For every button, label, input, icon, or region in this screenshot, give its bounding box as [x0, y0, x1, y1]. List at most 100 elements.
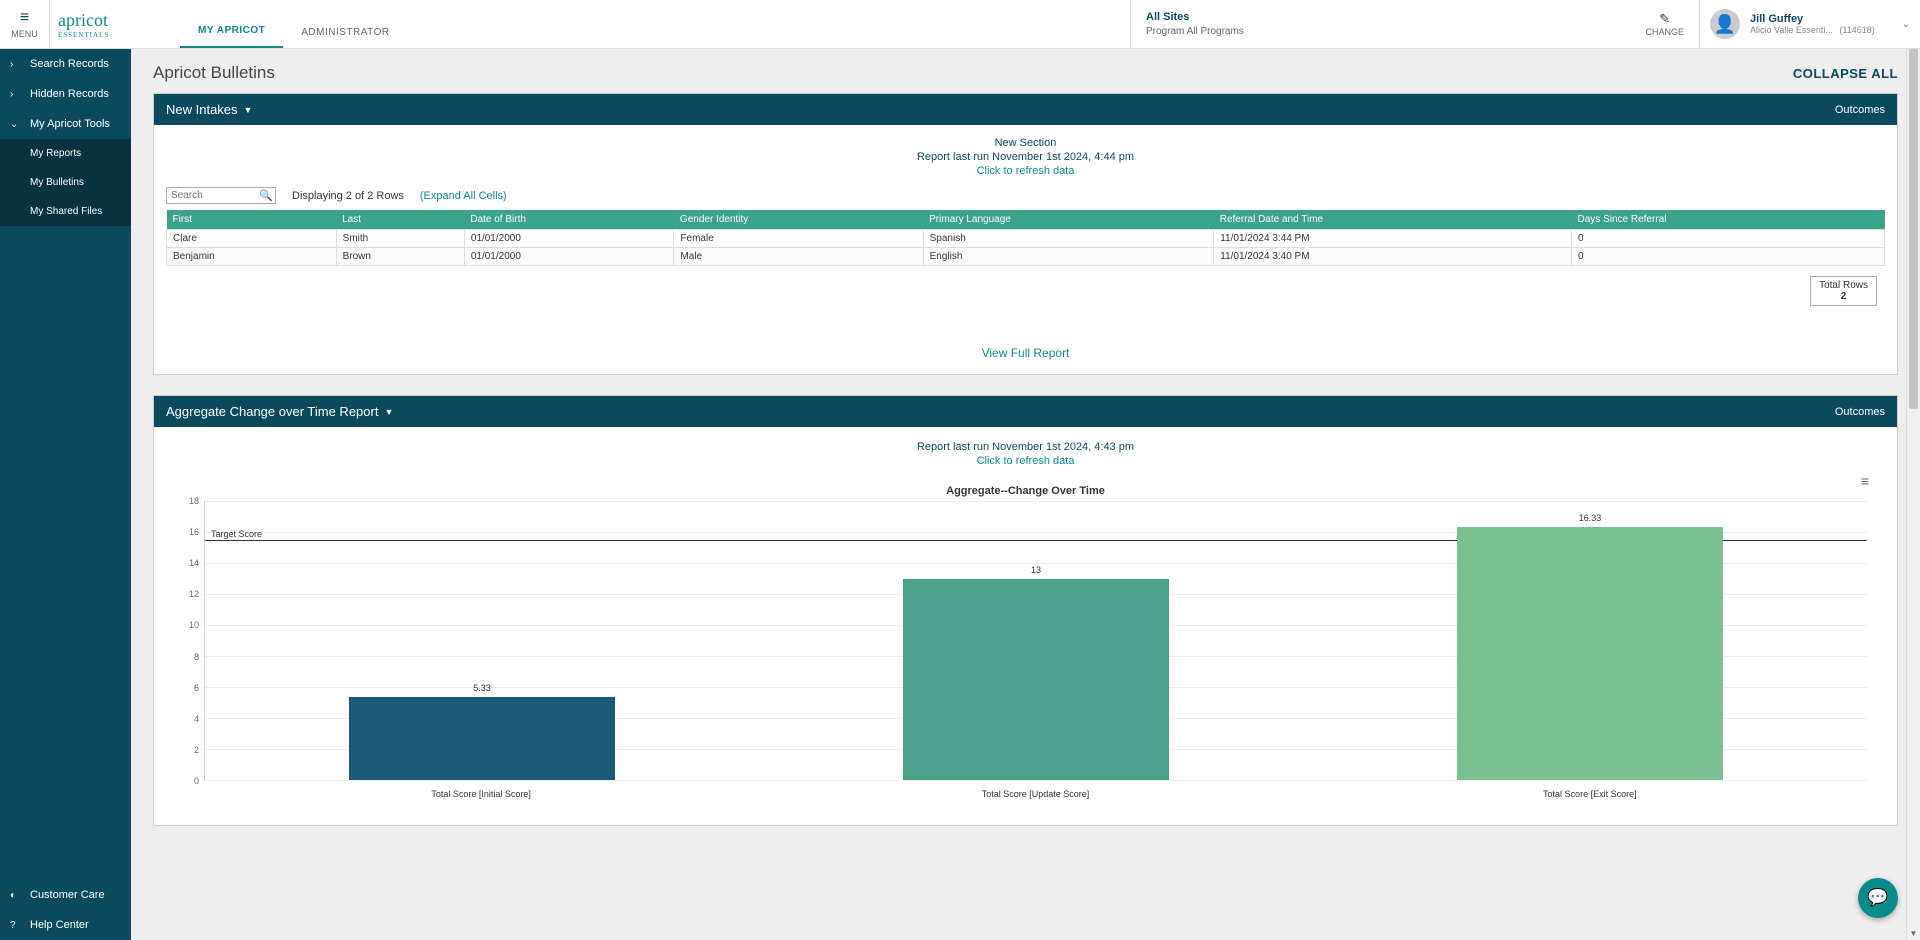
chart-title: Aggregate--Change Over Time: [174, 485, 1877, 497]
table-cell: Smith: [336, 230, 464, 248]
sidebar-item-label: My Shared Files: [30, 206, 102, 217]
sidebar-item-my-shared-files[interactable]: My Shared Files: [0, 197, 131, 226]
bar-value-label: 13: [903, 565, 1169, 575]
x-axis-label: Total Score [Exit Score]: [1313, 785, 1867, 801]
chart-bar[interactable]: 5.33: [349, 697, 615, 780]
x-axis-label: Total Score [Initial Score]: [204, 785, 758, 801]
target-line-label: Target Score: [211, 529, 262, 540]
sidebar-item-label: My Reports: [30, 148, 81, 159]
table-header[interactable]: Date of Birth: [464, 210, 674, 230]
chevron-right-icon: ›: [10, 59, 24, 70]
table-header[interactable]: Primary Language: [923, 210, 1214, 230]
tab-administrator[interactable]: ADMINISTRATOR: [283, 19, 407, 48]
life-ring-icon: ◐: [10, 890, 24, 901]
change-label: CHANGE: [1645, 27, 1684, 37]
table-row[interactable]: ClareSmith01/01/2000FemaleSpanish11/01/2…: [167, 230, 1885, 248]
site-selector[interactable]: All Sites Program All Programs ✎ CHANGE: [1130, 0, 1700, 48]
rows-info: Displaying 2 of 2 Rows: [292, 190, 404, 202]
table-header[interactable]: Gender Identity: [674, 210, 923, 230]
bar-value-label: 16.33: [1457, 513, 1723, 523]
table-cell: Spanish: [923, 230, 1214, 248]
bulletin-category: Outcomes: [1835, 406, 1885, 418]
bulletin-title: Aggregate Change over Time Report: [166, 404, 378, 419]
scroll-down-icon[interactable]: ▼: [1907, 929, 1920, 938]
y-tick: 10: [189, 620, 199, 630]
last-run-label: Report last run November 1st 2024, 4:43 …: [154, 441, 1897, 453]
bulletin-header[interactable]: New Intakes ▼ Outcomes: [154, 94, 1897, 125]
scroll-thumb[interactable]: [1909, 49, 1918, 409]
view-full-report-link[interactable]: View Full Report: [154, 346, 1897, 360]
table-header[interactable]: Last: [336, 210, 464, 230]
org-name: Alicio Valle Essenti...: [1750, 25, 1833, 35]
refresh-link[interactable]: Click to refresh data: [154, 455, 1897, 467]
bulletin-title: New Intakes: [166, 102, 238, 117]
table-cell: Male: [674, 248, 923, 266]
table-row[interactable]: BenjaminBrown01/01/2000MaleEnglish11/01/…: [167, 248, 1885, 266]
table-cell: Brown: [336, 248, 464, 266]
chart-menu-icon[interactable]: ≡: [1861, 473, 1869, 489]
y-tick: 6: [194, 683, 199, 693]
table-cell: 0: [1572, 230, 1885, 248]
sidebar-item-my-apricot-tools[interactable]: ⌄ My Apricot Tools: [0, 109, 131, 139]
y-tick: 0: [194, 776, 199, 786]
help-icon: ?: [10, 920, 24, 931]
sidebar-item-customer-care[interactable]: ◐ Customer Care: [0, 880, 131, 910]
sidebar-item-label: My Bulletins: [30, 177, 84, 188]
table-cell: 01/01/2000: [464, 230, 674, 248]
tab-my-apricot[interactable]: MY APRICOT: [180, 17, 283, 48]
sidebar-item-search-records[interactable]: › Search Records: [0, 49, 131, 79]
y-tick: 18: [189, 496, 199, 506]
table-header[interactable]: First: [167, 210, 337, 230]
sidebar-item-label: Search Records: [30, 58, 109, 70]
caret-down-icon: ▼: [384, 407, 393, 417]
sidebar-item-my-bulletins[interactable]: My Bulletins: [0, 168, 131, 197]
chat-icon: 💬: [1867, 888, 1888, 908]
section-title: New Section: [154, 137, 1897, 149]
y-tick: 4: [194, 714, 199, 724]
sidebar-item-my-reports[interactable]: My Reports: [0, 139, 131, 168]
chevron-down-icon: ⌄: [10, 119, 24, 130]
scrollbar[interactable]: ▼: [1906, 49, 1920, 940]
logo[interactable]: apricot ESSENTIALS: [50, 0, 160, 48]
menu-button[interactable]: ≡ MENU: [0, 0, 50, 48]
table-cell: Benjamin: [167, 248, 337, 266]
pencil-icon: ✎: [1645, 11, 1684, 27]
logo-sub: ESSENTIALS: [58, 31, 109, 39]
sidebar-item-label: My Apricot Tools: [30, 118, 110, 130]
last-run-label: Report last run November 1st 2024, 4:44 …: [154, 151, 1897, 163]
sidebar-item-help-center[interactable]: ? Help Center: [0, 910, 131, 940]
chevron-down-icon: ⌄: [1902, 19, 1910, 30]
user-name: Jill Guffey: [1750, 13, 1875, 25]
bulletin-new-intakes: New Intakes ▼ Outcomes New Section Repor…: [153, 93, 1898, 375]
x-axis-label: Total Score [Update Score]: [758, 785, 1312, 801]
table-cell: 0: [1572, 248, 1885, 266]
avatar: 👤: [1710, 9, 1740, 39]
table-cell: Female: [674, 230, 923, 248]
chat-fab[interactable]: 💬: [1858, 878, 1898, 918]
table-header[interactable]: Days Since Referral: [1572, 210, 1885, 230]
table-cell: English: [923, 248, 1214, 266]
chevron-right-icon: ›: [10, 89, 24, 100]
refresh-link[interactable]: Click to refresh data: [154, 165, 1897, 177]
program-label: Program All Programs: [1146, 26, 1645, 37]
expand-all-link[interactable]: (Expand All Cells): [420, 190, 507, 202]
user-menu[interactable]: 👤 Jill Guffey Alicio Valle Essenti... (1…: [1700, 0, 1920, 48]
sidebar: › Search Records › Hidden Records ⌄ My A…: [0, 49, 131, 940]
total-rows-box: Total Rows 2: [1810, 276, 1877, 306]
y-tick: 14: [189, 558, 199, 568]
table-cell: 11/01/2024 3:44 PM: [1214, 230, 1572, 248]
y-tick: 16: [189, 527, 199, 537]
chart-bar[interactable]: 13: [903, 579, 1169, 781]
table-header[interactable]: Referral Date and Time: [1214, 210, 1572, 230]
chart-bar[interactable]: 16.33: [1457, 527, 1723, 780]
table-cell: 11/01/2024 3:40 PM: [1214, 248, 1572, 266]
logo-main: apricot: [58, 10, 108, 30]
intakes-table: FirstLastDate of BirthGender IdentityPri…: [166, 210, 1885, 266]
table-cell: Clare: [167, 230, 337, 248]
search-icon[interactable]: 🔍: [259, 189, 273, 202]
collapse-all-button[interactable]: COLLAPSE ALL: [1793, 66, 1898, 81]
sidebar-item-label: Customer Care: [30, 889, 105, 901]
bulletin-header[interactable]: Aggregate Change over Time Report ▼ Outc…: [154, 396, 1897, 427]
sidebar-item-hidden-records[interactable]: › Hidden Records: [0, 79, 131, 109]
y-tick: 12: [189, 589, 199, 599]
